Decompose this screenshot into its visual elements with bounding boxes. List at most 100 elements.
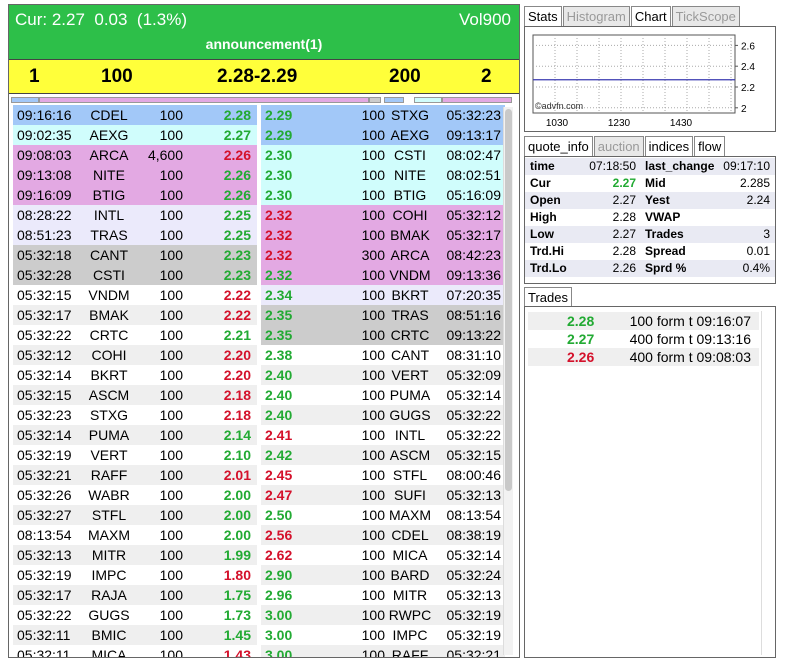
bid-row[interactable]: 09:02:35 AEXG 100 2.27: [13, 125, 257, 145]
bid-row[interactable]: 05:32:12 COHI 100 2.20: [13, 345, 257, 365]
bid-price: 1.45: [223, 627, 251, 643]
bid-time: 05:32:28: [17, 267, 72, 283]
bid-time: 05:32:17: [17, 307, 72, 323]
bid-price: 2.28: [223, 107, 251, 123]
ask-row[interactable]: 2.32 300 ARCA 08:42:23: [261, 245, 505, 265]
ask-size: 100: [361, 427, 385, 443]
ask-row[interactable]: 2.96 100 MITR 05:32:13: [261, 585, 505, 605]
trade-row[interactable]: 2.27 400 form t 09:13:16: [528, 330, 759, 348]
ask-row[interactable]: 2.32 100 VNDM 09:13:36: [261, 265, 505, 285]
bid-market-maker: MITR: [91, 547, 127, 563]
bid-price: 2.10: [223, 447, 251, 463]
bid-row[interactable]: 05:32:27 STFL 100 2.00: [13, 505, 257, 525]
bid-row[interactable]: 05:32:11 MICA 100 1.43: [13, 645, 257, 657]
ask-row[interactable]: 2.90 100 BARD 05:32:24: [261, 565, 505, 585]
bid-row[interactable]: 05:32:22 CRTC 100 2.21: [13, 325, 257, 345]
bid-row[interactable]: 09:13:08 NITE 100 2.26: [13, 165, 257, 185]
ask-row[interactable]: 2.32 100 BMAK 05:32:17: [261, 225, 505, 245]
bid-row[interactable]: 05:32:17 BMAK 100 2.22: [13, 305, 257, 325]
bid-time: 09:16:09: [17, 187, 72, 203]
bid-row[interactable]: 05:32:11 BMIC 100 1.45: [13, 625, 257, 645]
bid-row[interactable]: 05:32:15 ASCM 100 2.18: [13, 385, 257, 405]
bid-row[interactable]: 08:13:54 MAXM 100 2.00: [13, 525, 257, 545]
ask-price: 2.32: [265, 207, 293, 223]
ask-row[interactable]: 2.56 100 CDEL 08:38:19: [261, 525, 505, 545]
announcement-link[interactable]: announcement(1): [9, 36, 519, 52]
bid-row[interactable]: 08:28:22 INTL 100 2.25: [13, 205, 257, 225]
ask-row[interactable]: 2.29 100 STXG 05:32:23: [261, 105, 505, 125]
bid-row[interactable]: 05:32:17 RAJA 100 1.75: [13, 585, 257, 605]
trade-price: 2.26: [567, 349, 595, 365]
bid-row[interactable]: 05:32:13 MITR 100 1.99: [13, 545, 257, 565]
ask-row[interactable]: 2.42 100 ASCM 05:32:15: [261, 445, 505, 465]
trade-row[interactable]: 2.28 100 form t 09:16:07: [528, 312, 759, 330]
tab-chart[interactable]: Chart: [630, 6, 671, 26]
ask-price: 2.38: [265, 347, 293, 363]
book-scrollbar[interactable]: [503, 107, 513, 655]
trades-scrollbar[interactable]: [761, 311, 773, 655]
ask-row[interactable]: 2.40 100 VERT 05:32:09: [261, 365, 505, 385]
ask-row[interactable]: 2.29 100 AEXG 09:13:17: [261, 125, 505, 145]
tab-flow[interactable]: flow: [694, 136, 726, 156]
tab-auction[interactable]: auction: [593, 136, 644, 156]
bid-row[interactable]: 05:32:23 STXG 100 2.18: [13, 405, 257, 425]
book-scrollbar-thumb[interactable]: [505, 109, 512, 491]
ask-market-maker: CRTC: [390, 327, 430, 343]
ask-price: 2.50: [265, 507, 293, 523]
tab-stats[interactable]: Stats: [524, 6, 562, 26]
bid-market-maker: COHI: [91, 347, 127, 363]
bid-row[interactable]: 09:16:09 BTIG 100 2.26: [13, 185, 257, 205]
ask-time: 09:13:36: [446, 267, 502, 283]
trade-row[interactable]: 2.26 400 form t 09:08:03: [528, 348, 759, 366]
bid-price: 2.22: [223, 307, 251, 323]
bid-row[interactable]: 09:08:03 ARCA 4,600 2.26: [13, 145, 257, 165]
bid-row[interactable]: 05:32:14 BKRT 100 2.20: [13, 365, 257, 385]
bid-size: 4,600: [147, 147, 183, 163]
quote-info-row: Trd.Hi 2.28 Spread 0.01: [525, 243, 775, 260]
ask-size: 200: [389, 66, 421, 87]
level1-summary-bar: 1 100 2.28-2.29 200 2: [9, 59, 519, 94]
bid-row[interactable]: 05:32:18 CANT 100 2.23: [13, 245, 257, 265]
bid-row[interactable]: 05:32:19 VERT 100 2.10: [13, 445, 257, 465]
tab-trades[interactable]: Trades: [524, 287, 572, 307]
ask-row[interactable]: 2.47 100 SUFI 05:32:13: [261, 485, 505, 505]
ask-row[interactable]: 2.62 100 MICA 05:32:14: [261, 545, 505, 565]
ask-row[interactable]: 2.30 100 BTIG 05:16:09: [261, 185, 505, 205]
bid-row[interactable]: 05:32:15 VNDM 100 2.22: [13, 285, 257, 305]
ask-row[interactable]: 2.35 100 CRTC 09:13:22: [261, 325, 505, 345]
tab-histogram[interactable]: Histogram: [562, 6, 630, 26]
ask-row[interactable]: 3.00 100 IMPC 05:32:19: [261, 625, 505, 645]
bid-price: 2.23: [223, 267, 251, 283]
ask-row[interactable]: 3.00 100 RWPC 05:32:19: [261, 605, 505, 625]
ask-time: 05:32:24: [446, 567, 502, 583]
ask-market-maker: CDEL: [391, 527, 429, 543]
ask-row[interactable]: 2.40 100 PUMA 05:32:14: [261, 385, 505, 405]
bid-row[interactable]: 08:51:23 TRAS 100 2.25: [13, 225, 257, 245]
ask-row[interactable]: 2.41 100 INTL 05:32:22: [261, 425, 505, 445]
ask-row[interactable]: 2.32 100 COHI 05:32:12: [261, 205, 505, 225]
trade-info: 100 form t 09:16:07: [629, 313, 751, 329]
bid-row[interactable]: 05:32:21 RAFF 100 2.01: [13, 465, 257, 485]
ask-row[interactable]: 2.40 100 GUGS 05:32:22: [261, 405, 505, 425]
bid-row[interactable]: 09:16:16 CDEL 100 2.28: [13, 105, 257, 125]
bid-row[interactable]: 05:32:14 PUMA 100 2.14: [13, 425, 257, 445]
ask-market-maker: AEXG: [390, 127, 430, 143]
ask-row[interactable]: 3.00 100 RAFF 05:32:21: [261, 645, 505, 657]
tab-indices[interactable]: indices: [644, 136, 694, 156]
ask-row[interactable]: 2.50 100 MAXM 08:13:54: [261, 505, 505, 525]
ask-row[interactable]: 2.34 100 BKRT 07:20:35: [261, 285, 505, 305]
tab-tickscope[interactable]: TickScope: [671, 6, 740, 26]
bid-row[interactable]: 05:32:26 WABR 100 2.00: [13, 485, 257, 505]
ask-row[interactable]: 2.45 100 STFL 08:00:46: [261, 465, 505, 485]
bid-row[interactable]: 05:32:22 GUGS 100 1.73: [13, 605, 257, 625]
bid-row[interactable]: 05:32:19 IMPC 100 1.80: [13, 565, 257, 585]
bid-size: 100: [159, 367, 183, 383]
ask-row[interactable]: 2.35 100 TRAS 08:51:16: [261, 305, 505, 325]
ask-row[interactable]: 2.38 100 CANT 08:31:10: [261, 345, 505, 365]
tab-quote-info[interactable]: quote_info: [524, 136, 593, 156]
ask-price: 2.29: [265, 127, 293, 143]
bid-market-maker: CANT: [89, 247, 129, 263]
ask-row[interactable]: 2.30 100 NITE 08:02:51: [261, 165, 505, 185]
ask-row[interactable]: 2.30 100 CSTI 08:02:47: [261, 145, 505, 165]
bid-row[interactable]: 05:32:28 CSTI 100 2.23: [13, 265, 257, 285]
